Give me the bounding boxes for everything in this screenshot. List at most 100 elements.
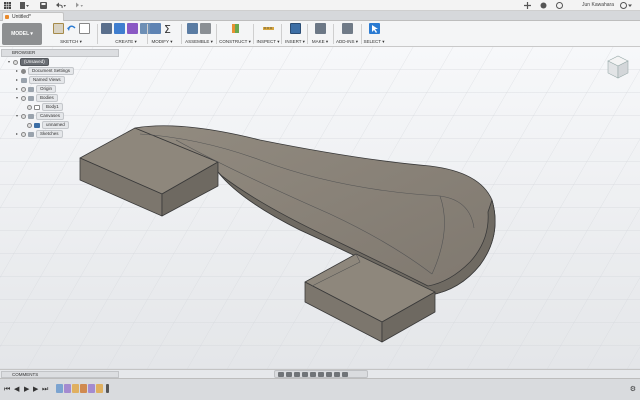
timeline-settings-icon[interactable]: ⚙ (630, 386, 636, 393)
user-name[interactable]: Jun Kawahara (582, 2, 614, 8)
look-at-icon[interactable] (286, 371, 292, 377)
tree-item-unnamed[interactable]: unnamed (27, 121, 69, 129)
timeline-feature-icon[interactable] (80, 384, 87, 393)
visibility-bulb-icon[interactable] (13, 59, 18, 65)
folder-icon (28, 131, 34, 137)
redo-icon[interactable] (72, 2, 83, 9)
tree-item-body1[interactable]: Body1 (27, 103, 63, 111)
offset-plane-icon[interactable] (230, 23, 241, 34)
tree-item-label[interactable]: unnamed (42, 121, 69, 129)
insert-group[interactable]: INSERT ▾ (284, 22, 306, 46)
timeline-feature-icon[interactable] (64, 384, 71, 393)
fit-icon[interactable] (318, 371, 324, 377)
insert-image-icon[interactable] (289, 23, 301, 34)
timeline-feature-icon[interactable] (56, 384, 63, 393)
navigation-bar (274, 370, 368, 378)
modify-group-label: MODIFY (151, 39, 169, 44)
add-ins-group-label: ADD-INS (335, 39, 355, 44)
timeline-feature-icon[interactable] (88, 384, 95, 393)
file-menu-icon[interactable] (20, 2, 29, 9)
browser-root[interactable]: ▾ (Unsaved) (7, 58, 49, 66)
expand-icon[interactable]: ▸ (15, 78, 19, 82)
make-group[interactable]: MAKE ▾ (308, 22, 332, 46)
visibility-bulb-icon[interactable] (27, 122, 32, 128)
tree-item-origin[interactable]: ▸ Origin (15, 85, 57, 93)
tree-item-label[interactable]: Bodies (36, 94, 58, 102)
collapse-icon[interactable]: ▾ (7, 60, 11, 64)
help-icon[interactable] (620, 2, 632, 9)
visibility-bulb-icon[interactable] (21, 131, 26, 137)
go-to-end-icon[interactable]: ⏭ (42, 386, 48, 393)
extensions-icon[interactable] (540, 2, 547, 9)
browser-header[interactable]: BROWSER (1, 49, 119, 57)
tree-item-label[interactable]: Named Views (29, 76, 65, 84)
construct-group[interactable]: CONSTRUCT ▾ (218, 22, 252, 46)
sketch-group[interactable]: SKETCH ▾ (46, 22, 96, 46)
document-tab[interactable]: Untitled* (2, 12, 64, 21)
notifications-icon[interactable] (556, 2, 563, 9)
assemble-group[interactable]: ASSEMBLE ▾ (183, 22, 215, 46)
measure-icon[interactable] (262, 23, 274, 34)
tree-item-document-settings[interactable]: ▸ Document Settings (15, 67, 75, 75)
display-settings-icon[interactable] (326, 371, 332, 377)
select-group[interactable]: SELECT ▾ (362, 22, 386, 46)
box-icon[interactable] (114, 23, 125, 34)
extrude-icon[interactable] (101, 23, 112, 34)
pan-icon[interactable] (294, 371, 300, 377)
grid-snaps-icon[interactable] (334, 371, 340, 377)
expand-icon[interactable]: ▸ (15, 132, 19, 136)
undo-sketch-icon[interactable] (66, 23, 77, 34)
document-tab-title: Untitled* (12, 14, 31, 20)
tree-item-label[interactable]: Canvases (36, 112, 65, 120)
tree-item-label[interactable]: Body1 (42, 103, 63, 111)
comments-panel-header[interactable]: COMMENTS (1, 371, 119, 378)
zoom-window-icon[interactable] (310, 371, 316, 377)
visibility-bulb-icon[interactable] (27, 104, 32, 110)
tree-item-canvases[interactable]: ▾ Canvases (15, 112, 65, 120)
joint-icon[interactable] (200, 23, 211, 34)
undo-icon[interactable] (55, 2, 66, 9)
visibility-bulb-icon[interactable] (21, 95, 26, 101)
timeline-feature-icon[interactable] (72, 384, 79, 393)
tree-item-bodies[interactable]: ▾ Bodies (15, 94, 58, 102)
save-icon[interactable] (40, 2, 47, 9)
timeline-feature-icon[interactable] (96, 384, 103, 393)
tree-item-label[interactable]: Document Settings (28, 67, 75, 75)
step-back-icon[interactable]: ◀ (14, 386, 19, 393)
step-forward-icon[interactable]: ▶ (33, 386, 38, 393)
scripts-icon[interactable] (341, 23, 353, 34)
viewports-icon[interactable] (342, 371, 348, 377)
workspace-switcher-button[interactable]: MODEL ▾ (2, 23, 42, 45)
go-to-start-icon[interactable]: ⏮ (4, 386, 10, 393)
play-icon[interactable]: ▶ (24, 386, 29, 393)
visibility-bulb-icon[interactable] (21, 86, 26, 92)
inspect-group[interactable]: INSPECT ▾ (256, 22, 280, 46)
press-pull-icon[interactable] (150, 23, 161, 34)
select-cursor-icon[interactable] (368, 23, 380, 34)
tree-item-named-views[interactable]: ▸ Named Views (15, 76, 65, 84)
3d-print-icon[interactable] (314, 23, 326, 34)
expand-icon[interactable]: ▸ (15, 69, 19, 73)
add-ins-group[interactable]: ADD-INS ▾ (334, 22, 360, 46)
zoom-icon[interactable] (302, 371, 308, 377)
view-cube[interactable] (602, 53, 632, 83)
orbit-icon[interactable] (278, 371, 284, 377)
tree-item-sketches[interactable]: ▸ Sketches (15, 130, 63, 138)
expand-icon[interactable]: ▸ (15, 87, 19, 91)
finish-sketch-icon[interactable] (78, 23, 90, 34)
visibility-bulb-icon[interactable] (21, 113, 26, 119)
form-icon[interactable] (127, 23, 138, 34)
sigma-icon[interactable]: Σ (163, 23, 174, 36)
apps-grid-icon[interactable] (4, 2, 11, 9)
create-sketch-icon[interactable] (52, 23, 64, 34)
tree-item-label[interactable]: Sketches (36, 130, 63, 138)
modify-group[interactable]: Σ MODIFY ▾ (148, 22, 176, 46)
tree-item-label[interactable]: Origin (36, 85, 57, 93)
timeline-marker[interactable] (106, 384, 109, 393)
plus-icon[interactable] (524, 2, 531, 9)
create-group[interactable]: CREATE ▾ (99, 22, 153, 46)
new-component-icon[interactable] (187, 23, 198, 34)
collapse-icon[interactable]: ▾ (15, 96, 19, 100)
root-component-label[interactable]: (Unsaved) (20, 58, 49, 66)
collapse-icon[interactable]: ▾ (15, 114, 19, 118)
